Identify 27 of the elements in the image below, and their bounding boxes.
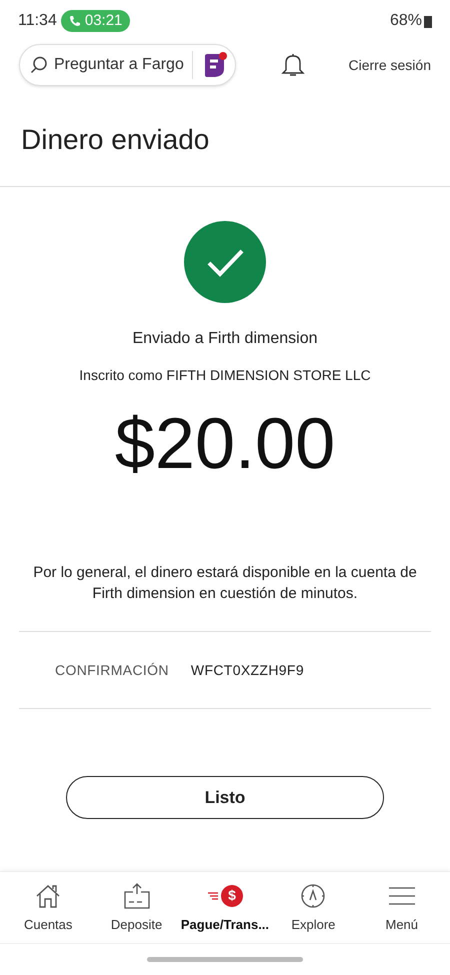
recipient-text: Enviado a Firth dimension [132, 329, 318, 349]
menu-icon [388, 884, 416, 907]
nav-tab[interactable]: $ Pague/Trans... [180, 880, 269, 934]
battery-level: 68% [390, 11, 422, 31]
page-title: Dinero enviado [21, 122, 210, 156]
compass-icon [300, 882, 326, 909]
enrolled-text: Inscrito como FIFTH DIMENSION STORE LLC [79, 366, 371, 385]
call-timer: 03:21 [84, 10, 122, 31]
availability-note: Por lo general, el dinero estará disponible en la cuenta de Firth dimension en cuestión de minutos. [32, 563, 418, 604]
confirmation-code: WFCT0XZZH9F9 [190, 660, 304, 680]
search-field[interactable]: Preguntar a Fargo [19, 44, 236, 86]
logout-link[interactable]: Cierre sesión [348, 54, 431, 76]
search-placeholder: Preguntar a Fargo [54, 55, 184, 75]
battery-icon [424, 14, 432, 28]
nav-tab[interactable]: Deposite [92, 880, 181, 934]
search-icon [30, 56, 48, 74]
check-deposit-icon [122, 882, 151, 910]
nav-tab[interactable]: Explore [269, 880, 358, 934]
amount: $20.00 [114, 408, 336, 480]
success-check-icon [184, 221, 266, 303]
confirmation-label: CONFIRMACIÓN [55, 660, 169, 680]
bell-icon[interactable] [280, 52, 305, 78]
status-time: 11:34 [18, 11, 57, 31]
nav-tab[interactable]: Cuentas [4, 880, 92, 934]
phone-icon [68, 15, 81, 27]
done-button[interactable]: Listo [66, 776, 384, 819]
nav-tab[interactable]: Menú [358, 880, 446, 934]
